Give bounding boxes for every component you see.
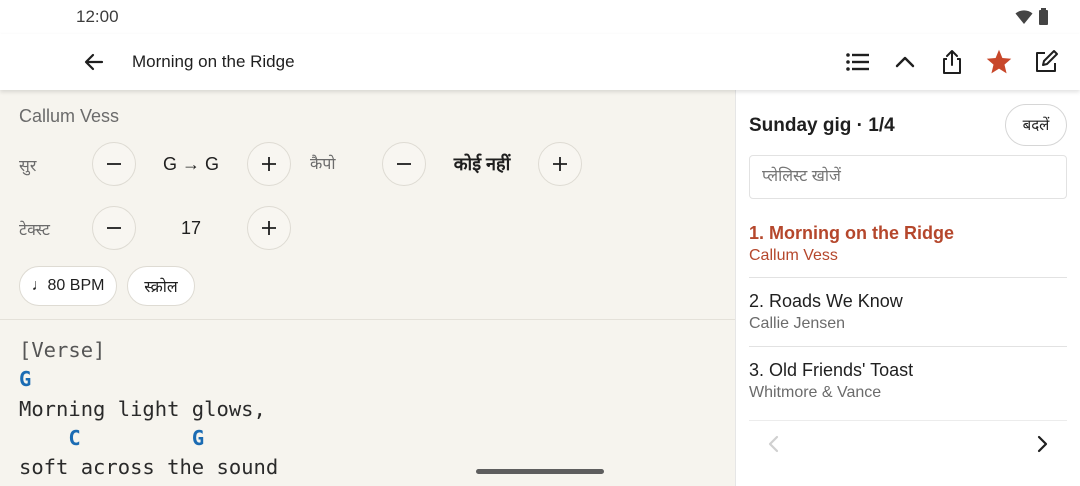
transpose-down-button[interactable] [92,142,136,186]
playlist-item-title: 1. Morning on the Ridge [749,223,954,243]
song-panel: Callum Vess सुर G → G कैपो कोई नहीं टेक्… [0,90,735,486]
text-size-label: टेक्स्ट [19,222,50,239]
lyric-line: Morning light glows, [19,396,266,421]
app-bar: Morning on the Ridge [0,34,1080,90]
chevron-up-icon [895,56,915,68]
transpose-label: सुर [19,158,37,175]
capo-value: कोई नहीं [453,154,511,174]
back-button[interactable] [78,47,110,77]
transpose-value: G → G [162,154,219,174]
status-bar: 12:00 [0,0,1080,34]
capo-down-button[interactable] [382,142,426,186]
chord-sheet: [Verse] G Morning light glows, C G soft … [19,336,278,482]
chord[interactable]: G [192,426,204,450]
song-artist: Callum Vess [19,106,120,126]
plus-icon [262,157,276,171]
playlist-title: Sunday gig · 1/4 [749,115,895,136]
change-playlist-button[interactable]: बदलें [1005,104,1067,146]
list-divider [749,346,1067,347]
chord[interactable]: G [19,367,31,391]
minus-icon [397,163,411,165]
wifi-icon [1015,10,1033,24]
chevron-left-icon [768,435,779,453]
plus-icon [262,221,276,235]
star-icon [986,49,1012,74]
battery-icon [1039,7,1048,25]
minus-icon [107,227,121,229]
share-icon [943,50,961,74]
collapse-button[interactable] [889,46,921,78]
text-size-down-button[interactable] [92,206,136,250]
capo-label: कैपो [310,156,336,173]
controls-divider [0,319,735,320]
gesture-nav-handle[interactable] [476,469,604,474]
section-header: [Verse] [19,338,106,362]
playlist-item[interactable]: 2. Roads We Know Callie Jensen [749,286,1067,354]
playlist-item-title: 2. Roads We Know [749,291,903,311]
capo-up-button[interactable] [538,142,582,186]
playlist-item[interactable]: 3. Old Friends' Toast Whitmore & Vance [749,355,1067,423]
status-icons [1015,7,1048,25]
text-size-value: 17 [180,218,202,238]
share-button[interactable] [936,46,968,78]
favorite-button[interactable] [983,46,1015,78]
playlist-item[interactable]: 1. Morning on the Ridge Callum Vess [749,218,1067,286]
back-arrow-icon [84,53,104,71]
playlist-item-artist: Callie Jensen [749,315,846,332]
playlist-button[interactable] [842,46,874,78]
previous-page-button[interactable] [758,428,790,460]
lyric-line: soft across the sound [19,455,279,480]
playlist-panel: Sunday gig · 1/4 बदलें 1. Morning on the… [735,90,1080,486]
next-page-button[interactable] [1026,428,1058,460]
transpose-up-button[interactable] [247,142,291,186]
list-divider [749,277,1067,278]
autoscroll-button[interactable]: स्क्रोल [127,266,195,306]
bpm-button[interactable]: ♩80 BPM [19,266,117,306]
playlist-item-title: 3. Old Friends' Toast [749,360,914,380]
song-title: Morning on the Ridge [132,52,295,71]
chord[interactable]: C [68,426,80,450]
playlist-search-input[interactable] [749,155,1067,199]
playlist-item-artist: Callum Vess [749,247,838,264]
playlist-item-artist: Whitmore & Vance [749,384,882,401]
chevron-right-icon [1037,435,1048,453]
edit-button[interactable] [1030,46,1062,78]
list-divider [749,420,1067,421]
plus-icon [553,157,567,171]
list-icon [846,53,869,71]
text-size-up-button[interactable] [247,206,291,250]
status-time: 12:00 [76,7,119,26]
minus-icon [107,163,121,165]
edit-icon [1036,50,1058,72]
